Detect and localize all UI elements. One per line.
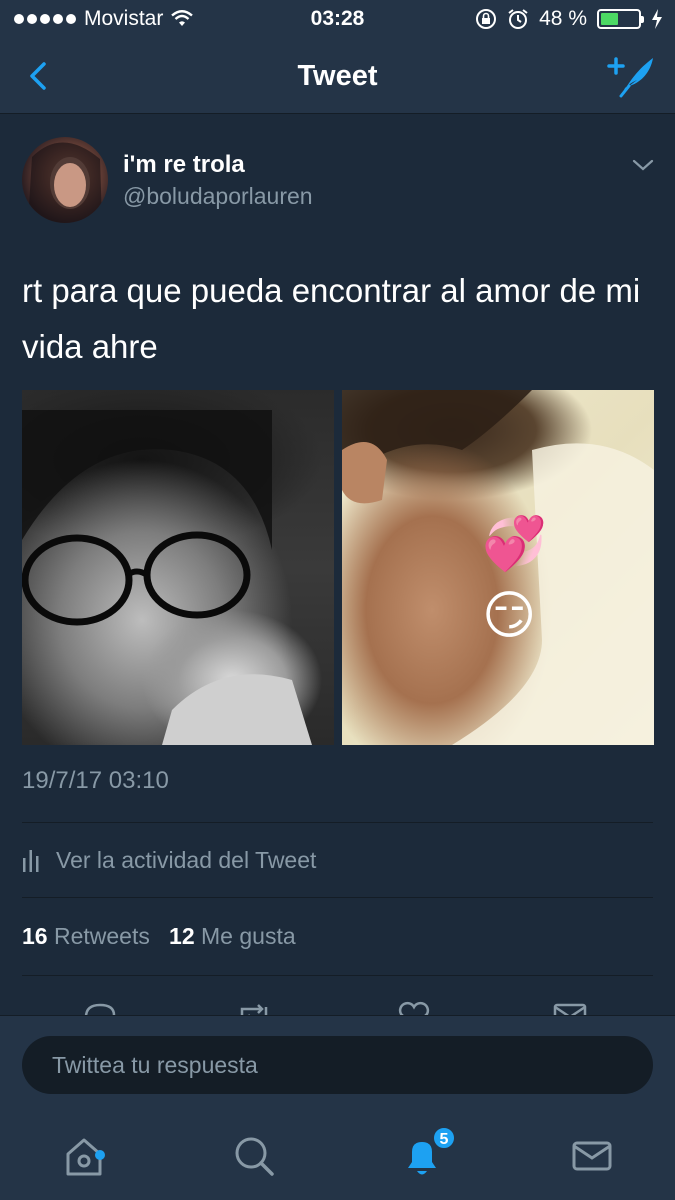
tweet-media-photo-2[interactable]: 💞 😏 xyxy=(342,390,654,745)
alarm-icon xyxy=(508,9,528,29)
navigation-bar: Tweet xyxy=(0,40,675,114)
search-icon[interactable] xyxy=(232,1134,276,1178)
activity-label: Ver la actividad del Tweet xyxy=(56,846,317,873)
battery-icon xyxy=(597,9,644,29)
divider xyxy=(22,897,653,898)
status-bar: Movistar 03:28 48 % xyxy=(0,0,675,40)
tweet-text: rt para que pueda encontrar al amor de m… xyxy=(22,272,641,365)
reply-input[interactable]: Twittea tu respuesta xyxy=(22,1036,653,1094)
retweets-label: Retweets xyxy=(53,923,150,949)
avatar-photo xyxy=(28,142,102,223)
likes-count: 12 xyxy=(169,923,195,949)
tweet-actions xyxy=(0,995,675,1017)
tab-bar: 5 xyxy=(0,1110,675,1200)
chevron-down-icon[interactable] xyxy=(631,157,655,173)
analytics-icon xyxy=(23,850,39,872)
tweet-detail: i'm re trola @boludaporlauren rt para qu… xyxy=(0,115,675,1017)
battery-percent: 48 % xyxy=(539,7,587,30)
revolving-hearts-emoji: 💞 xyxy=(482,515,547,573)
status-right: 48 % xyxy=(475,7,663,31)
orientation-lock-icon xyxy=(476,9,497,29)
likes-stat[interactable]: 12 Me gusta xyxy=(169,923,296,949)
author-handle[interactable]: @boludaporlauren xyxy=(123,183,313,210)
divider xyxy=(22,975,653,976)
charging-bolt-icon xyxy=(652,9,662,29)
battery-level-fill xyxy=(601,13,619,25)
messages-icon[interactable] xyxy=(570,1134,614,1178)
smirk-emoji: 😏 xyxy=(482,587,537,645)
glasses-selfie-illustration xyxy=(22,410,312,745)
retweets-count: 16 xyxy=(22,923,48,949)
avatar[interactable] xyxy=(22,137,108,223)
notifications-badge: 5 xyxy=(432,1126,456,1150)
compose-tweet-icon[interactable] xyxy=(607,52,657,98)
engagement-counts: 16 Retweets 12 Me gusta xyxy=(22,923,296,950)
divider xyxy=(22,822,653,823)
reply-bar: Twittea tu respuesta xyxy=(0,1015,675,1110)
tweet-activity-link[interactable]: Ver la actividad del Tweet xyxy=(22,845,316,875)
author-display-name[interactable]: i'm re trola xyxy=(123,151,245,179)
likes-label: Me gusta xyxy=(201,923,296,949)
tweet-media-photo-1[interactable] xyxy=(22,390,334,745)
page-title: Tweet xyxy=(297,60,378,92)
retweets-stat[interactable]: 16 Retweets xyxy=(22,923,150,949)
tweet-timestamp: 19/7/17 03:10 xyxy=(22,767,169,794)
home-new-content-dot xyxy=(95,1150,105,1160)
